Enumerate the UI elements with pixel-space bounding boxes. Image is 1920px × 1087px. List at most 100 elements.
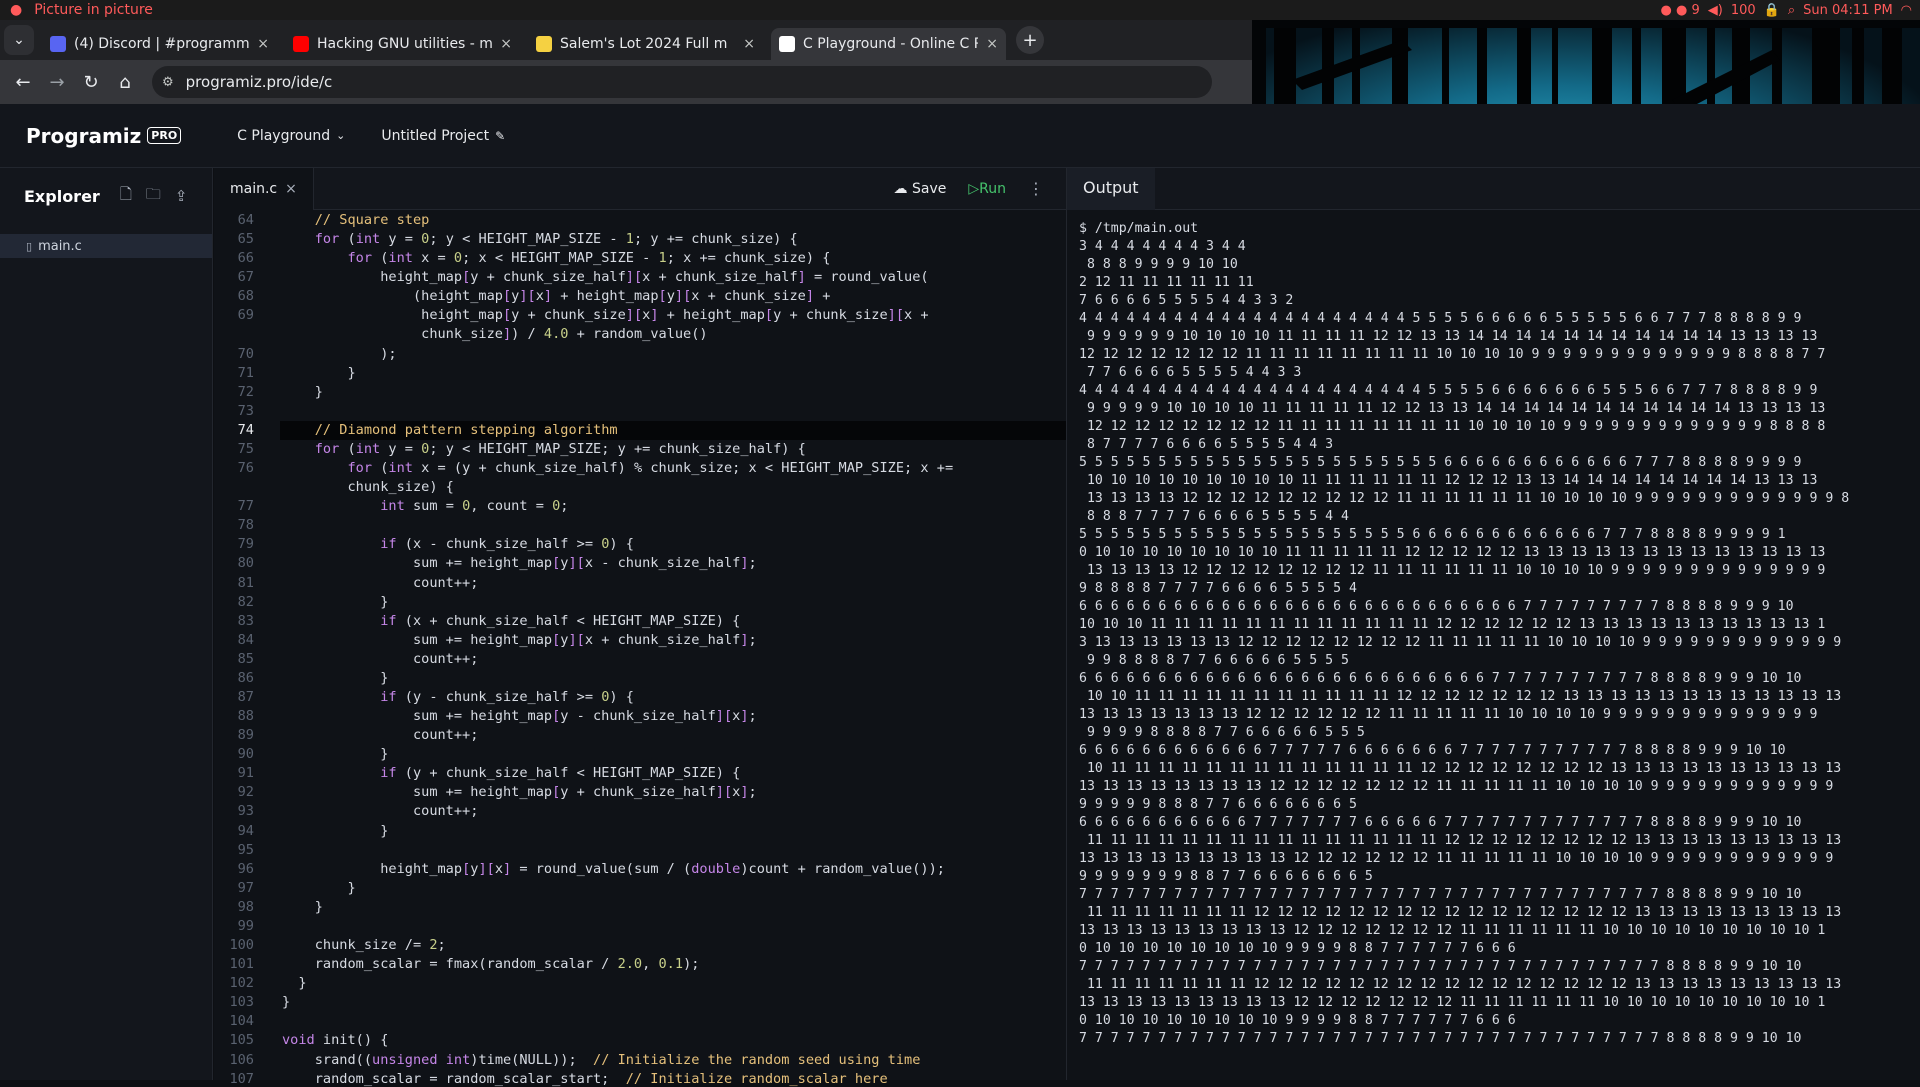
pip-indicator[interactable]: ● Picture in picture [10, 2, 153, 18]
home-button[interactable]: ⌂ [108, 72, 142, 93]
code-line[interactable]: // Square step [282, 212, 430, 228]
line-number: 81 [237, 574, 254, 591]
browser-tab[interactable]: (4) Discord | #programmin × [42, 28, 277, 60]
code-line[interactable]: sum += height_map[y][x + chunk_size_half… [282, 632, 757, 648]
battery-level: 100 [1730, 2, 1756, 18]
code-line[interactable]: } [282, 594, 388, 610]
playground-selector[interactable]: C Playground ⌄ [237, 128, 345, 144]
back-button[interactable]: ← [6, 72, 40, 93]
line-number: 73 [237, 402, 254, 419]
code-line[interactable]: int sum = 0, count = 0; [282, 498, 568, 514]
code-line[interactable]: count++; [282, 803, 478, 819]
close-tab-icon[interactable]: × [500, 36, 512, 52]
code-line[interactable]: if (x + chunk_size_half < HEIGHT_MAP_SIZ… [282, 613, 740, 629]
play-icon: ▷ [968, 180, 980, 197]
code-line[interactable]: } [282, 670, 388, 686]
output-tab[interactable]: Output [1067, 168, 1155, 210]
forward-button[interactable]: → [40, 72, 74, 93]
code-line[interactable]: srand((unsigned int)time(NULL)); // Init… [282, 1052, 921, 1068]
lock-icon[interactable]: 🔒 [1764, 3, 1780, 18]
code-line[interactable]: for (int y = 0; y < HEIGHT_MAP_SIZE - 1;… [282, 231, 798, 247]
code-line[interactable]: sum += height_map[y - chunk_size_half][x… [282, 708, 757, 724]
tab-search-button[interactable]: ⌄ [4, 25, 34, 55]
browser-tab[interactable]: C Playground - Online C Pr × [771, 28, 1006, 60]
programiz-logo[interactable]: Programiz PRO [26, 124, 182, 148]
wifi-icon[interactable]: ◠ [1901, 3, 1912, 18]
code-line[interactable]: for (int x = 0; x < HEIGHT_MAP_SIZE - 1;… [282, 250, 830, 266]
code-line[interactable]: chunk_size) { [282, 479, 453, 495]
code-line[interactable]: chunk_size]) / 4.0 + random_value() [282, 326, 708, 342]
code-line[interactable]: count++; [282, 651, 478, 667]
code-line[interactable]: } [282, 365, 355, 381]
code-line[interactable]: sum += height_map[y][x - chunk_size_half… [282, 555, 757, 571]
line-number: 99 [237, 917, 254, 934]
code-line[interactable]: } [282, 880, 355, 896]
address-bar[interactable]: ⚙ programiz.pro/ide/c [152, 66, 1212, 98]
browser-toolbar: ← → ↻ ⌂ ⚙ programiz.pro/ide/c [0, 60, 1252, 104]
more-options-icon[interactable]: ⋮ [1028, 179, 1044, 198]
new-tab-button[interactable]: + [1016, 26, 1044, 54]
save-button[interactable]: ☁ Save [894, 181, 947, 197]
line-number: 83 [237, 612, 254, 629]
code-line[interactable]: random_scalar = fmax(random_scalar / 2.0… [282, 956, 700, 972]
code-line[interactable]: sum += height_map[y + chunk_size_half][x… [282, 784, 757, 800]
pencil-icon[interactable]: ✎ [495, 129, 505, 143]
close-tab-icon[interactable]: × [743, 36, 755, 52]
code-line[interactable]: (height_map[y][x] + height_map[y][x + ch… [282, 288, 830, 304]
code-line[interactable]: for (int y = 0; y < HEIGHT_MAP_SIZE; y +… [282, 441, 806, 457]
volume-icon[interactable]: ◀) [1708, 3, 1723, 18]
file-item-main-c[interactable]: ▯ main.c [0, 234, 212, 258]
tab-title: (4) Discord | #programmin [74, 36, 250, 52]
code-line[interactable]: chunk_size /= 2; [282, 937, 446, 953]
code-line[interactable]: count++; [282, 575, 478, 591]
close-tab-icon[interactable]: × [986, 36, 998, 52]
new-folder-icon[interactable]: 🗀 [146, 184, 161, 209]
status-icons[interactable]: ● ● 9 [1661, 3, 1700, 18]
code-line[interactable]: void init() { [282, 1032, 388, 1048]
close-icon[interactable]: × [285, 181, 297, 197]
close-tab-icon[interactable]: × [257, 36, 269, 52]
clock[interactable]: Sun 04:11 PM [1803, 3, 1893, 18]
code-line[interactable]: } [282, 899, 323, 915]
code-line[interactable]: count++; [282, 727, 478, 743]
line-number: 82 [237, 593, 254, 610]
code-line[interactable]: for (int x = (y + chunk_size_half) % chu… [282, 460, 953, 476]
site-info-icon[interactable]: ⚙ [162, 75, 174, 90]
explorer-panel: Explorer 🗋 🗀 ⇪ ▯ main.c [0, 168, 213, 1080]
line-number: 98 [237, 898, 254, 915]
code-line[interactable]: height_map[y + chunk_size_half][x + chun… [282, 269, 928, 285]
code-line[interactable]: height_map[y][x] = round_value(sum / (do… [282, 861, 945, 877]
explorer-header: Explorer 🗋 🗀 ⇪ [0, 168, 212, 224]
code-line[interactable]: if (y - chunk_size_half >= 0) { [282, 689, 634, 705]
code-line[interactable]: } [282, 823, 388, 839]
line-number: 106 [229, 1051, 254, 1068]
browser-tab[interactable]: Salem's Lot 2024 Full m × [528, 28, 763, 60]
discord-icon [50, 36, 66, 52]
reload-button[interactable]: ↻ [74, 72, 108, 93]
code-line[interactable]: if (x - chunk_size_half >= 0) { [282, 536, 634, 552]
code-line[interactable]: } [282, 994, 290, 1010]
line-number: 77 [237, 498, 254, 515]
run-button[interactable]: ▷Run [968, 181, 1006, 197]
output-console-text[interactable]: $ /tmp/main.out 3 4 4 4 4 4 4 4 3 4 4 8 … [1079, 220, 1909, 1048]
code-line[interactable]: } [282, 384, 323, 400]
code-line[interactable]: // Diamond pattern stepping algorithm [282, 422, 618, 438]
url-text[interactable]: programiz.pro/ide/c [186, 73, 333, 91]
code-line[interactable]: if (y + chunk_size_half < HEIGHT_MAP_SIZ… [282, 765, 740, 781]
code-area[interactable]: 64 // Square step 65 for (int y = 0; y < … [214, 210, 1066, 1087]
project-name[interactable]: Untitled Project ✎ [381, 128, 505, 144]
code-line[interactable]: height_map[y + chunk_size][x] + height_m… [282, 307, 928, 323]
line-number: 78 [237, 517, 254, 534]
code-line[interactable]: random_scalar = random_scalar_start; // … [282, 1071, 888, 1087]
line-number: 80 [237, 555, 254, 572]
output-tab-bar: Output [1067, 168, 1920, 210]
editor-tab-main-c[interactable]: main.c × [214, 167, 314, 210]
code-line[interactable]: } [282, 746, 388, 762]
browser-tab[interactable]: Hacking GNU utilities - m4 × [285, 28, 520, 60]
code-line[interactable]: } [282, 975, 306, 991]
new-file-icon[interactable]: 🗋 [120, 184, 132, 209]
line-number: 92 [237, 784, 254, 801]
code-line[interactable]: ); [282, 346, 396, 362]
upload-icon[interactable]: ⇪ [175, 187, 188, 205]
search-icon[interactable]: ⌕ [1788, 3, 1795, 18]
